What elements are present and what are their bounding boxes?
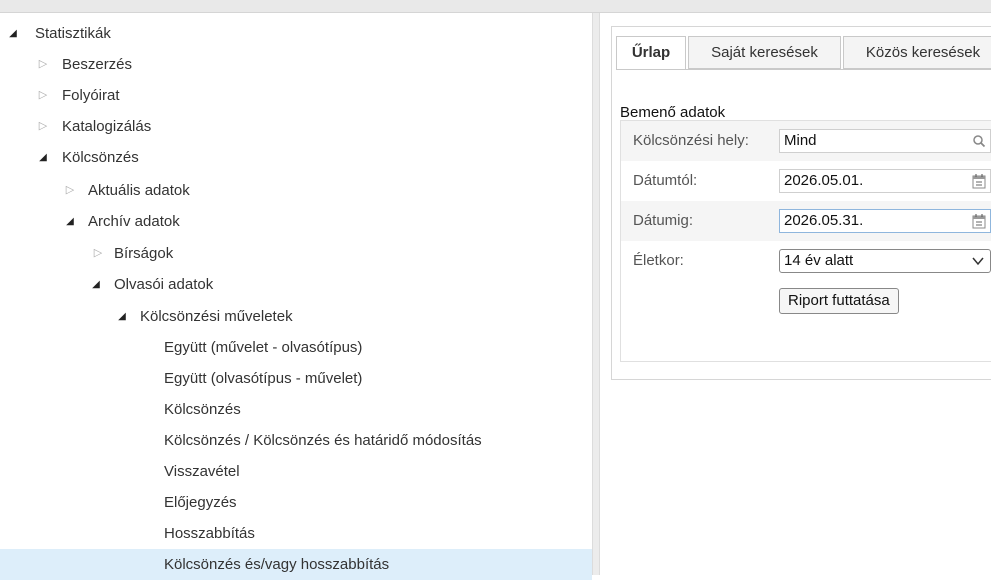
section-title: Bemenő adatok: [620, 104, 726, 121]
tree-item-archiv-adatok[interactable]: ◢ Archív adatok: [0, 206, 592, 237]
location-label: Kölcsönzési hely:: [633, 132, 749, 149]
input-form: Kölcsönzési hely: Mind Dátumtól: 2026.05…: [620, 120, 991, 362]
search-icon[interactable]: [972, 133, 986, 149]
tree-item-label: Hosszabbítás: [164, 525, 255, 542]
form-row-location: Kölcsönzési hely: Mind: [621, 121, 991, 161]
tree-item-label: Kölcsönzés: [164, 401, 241, 418]
tree-item-label: Folyóirat: [62, 87, 120, 104]
top-toolbar-strip: [0, 0, 991, 13]
pane-splitter[interactable]: [592, 13, 600, 575]
tree-item-label: Együtt (olvasótípus - művelet): [164, 370, 363, 387]
triangle-collapsed-icon[interactable]: ▷: [37, 80, 49, 111]
date-to-field[interactable]: 2026.05.31.: [779, 209, 991, 233]
form-row-date-to: Dátumig: 2026.05.31.: [621, 201, 991, 241]
tree-item-kolcsonzes-hatarido[interactable]: Kölcsönzés / Kölcsönzés és határidő módo…: [0, 425, 592, 456]
tree-item-label: Archív adatok: [88, 213, 180, 230]
tree-item-label: Kölcsönzés: [62, 149, 139, 166]
tree-item-birsagok[interactable]: ▷ Bírságok: [0, 238, 592, 269]
triangle-collapsed-icon[interactable]: ▷: [64, 175, 76, 206]
age-label: Életkor:: [633, 252, 684, 269]
tab-baseline: [616, 69, 991, 70]
tree-item-label: Beszerzés: [62, 56, 133, 73]
tree-item-label: Olvasói adatok: [114, 276, 214, 293]
tree-item-label: Visszavétel: [164, 463, 240, 480]
triangle-expanded-icon[interactable]: ◢: [90, 269, 102, 300]
date-to-value: 2026.05.31.: [784, 212, 864, 229]
statistics-tree: ◢ Statisztikák ▷ Beszerzés ▷ Folyóirat ▷…: [0, 13, 592, 580]
date-from-field[interactable]: 2026.05.01.: [779, 169, 991, 193]
tree-item-label: Kölcsönzés / Kölcsönzés és határidő módo…: [164, 432, 482, 449]
triangle-collapsed-icon[interactable]: ▷: [37, 111, 49, 142]
tree-item-kolcsonzesi-muveletek[interactable]: ◢ Kölcsönzési műveletek: [0, 301, 592, 332]
tree-item-label: Katalogizálás: [62, 118, 152, 135]
triangle-expanded-icon[interactable]: ◢: [64, 206, 76, 237]
chevron-down-icon: [972, 257, 984, 266]
tree-item-folyoirat[interactable]: ▷ Folyóirat: [0, 80, 592, 111]
tree-item-egyutt-olvasotipus-muvelet[interactable]: Együtt (olvasótípus - művelet): [0, 363, 592, 394]
tree-item-label: Aktuális adatok: [88, 182, 190, 199]
tree-item-label: Statisztikák: [35, 25, 111, 42]
report-pane: Űrlap Saját keresések Közös keresések Be…: [600, 13, 991, 575]
tree-item-egyutt-muvelet-olvasotipus[interactable]: Együtt (művelet - olvasótípus): [0, 332, 592, 363]
triangle-expanded-icon[interactable]: ◢: [37, 142, 49, 173]
tree-item-label: Kölcsönzés és/vagy hosszabbítás: [164, 556, 390, 573]
triangle-expanded-icon[interactable]: ◢: [7, 18, 19, 49]
triangle-collapsed-icon[interactable]: ▷: [92, 238, 104, 269]
triangle-expanded-icon[interactable]: ◢: [116, 301, 128, 332]
date-from-value: 2026.05.01.: [784, 172, 864, 189]
tree-item-label: Együtt (művelet - olvasótípus): [164, 339, 363, 356]
age-select[interactable]: 14 év alatt: [779, 249, 991, 273]
tree-item-elojegyzes[interactable]: Előjegyzés: [0, 487, 592, 518]
form-row-age: Életkor: 14 év alatt: [621, 241, 991, 281]
tab-kozos-keresesek[interactable]: Közös keresések: [843, 36, 991, 69]
tree-item-statisztikak[interactable]: ◢ Statisztikák: [0, 18, 592, 49]
calendar-icon[interactable]: [972, 213, 986, 229]
tab-urlap[interactable]: Űrlap: [616, 36, 686, 70]
date-from-label: Dátumtól:: [633, 172, 698, 189]
run-report-button[interactable]: Riport futtatása: [779, 288, 899, 314]
tree-item-aktualis-adatok[interactable]: ▷ Aktuális adatok: [0, 175, 592, 206]
tree-item-label: Kölcsönzési műveletek: [140, 308, 293, 325]
triangle-collapsed-icon[interactable]: ▷: [37, 49, 49, 80]
date-to-label: Dátumig:: [633, 212, 694, 229]
tree-item-hosszabbitas[interactable]: Hosszabbítás: [0, 518, 592, 549]
tree-item-kolcsonzes[interactable]: ◢ Kölcsönzés: [0, 142, 592, 173]
location-value: Mind: [784, 132, 817, 149]
tree-item-label: Bírságok: [114, 245, 174, 262]
age-value: 14 év alatt: [784, 252, 854, 269]
tree-item-olvasoi-adatok[interactable]: ◢ Olvasói adatok: [0, 269, 592, 300]
form-row-date-from: Dátumtól: 2026.05.01.: [621, 161, 991, 201]
tree-item-visszavetel[interactable]: Visszavétel: [0, 456, 592, 487]
calendar-icon[interactable]: [972, 173, 986, 189]
tree-item-label: Előjegyzés: [164, 494, 237, 511]
tree-item-beszerzes[interactable]: ▷ Beszerzés: [0, 49, 592, 80]
form-row-submit: Riport futtatása: [621, 281, 991, 321]
tree-item-kolcsonzes-vagy-hosszabbitas[interactable]: Kölcsönzés és/vagy hosszabbítás: [0, 549, 592, 580]
location-field[interactable]: Mind: [779, 129, 991, 153]
tree-item-kolcsonzes-leaf[interactable]: Kölcsönzés: [0, 394, 592, 425]
tab-sajat-keresesek[interactable]: Saját keresések: [688, 36, 841, 69]
tree-item-katalogizalas[interactable]: ▷ Katalogizálás: [0, 111, 592, 142]
